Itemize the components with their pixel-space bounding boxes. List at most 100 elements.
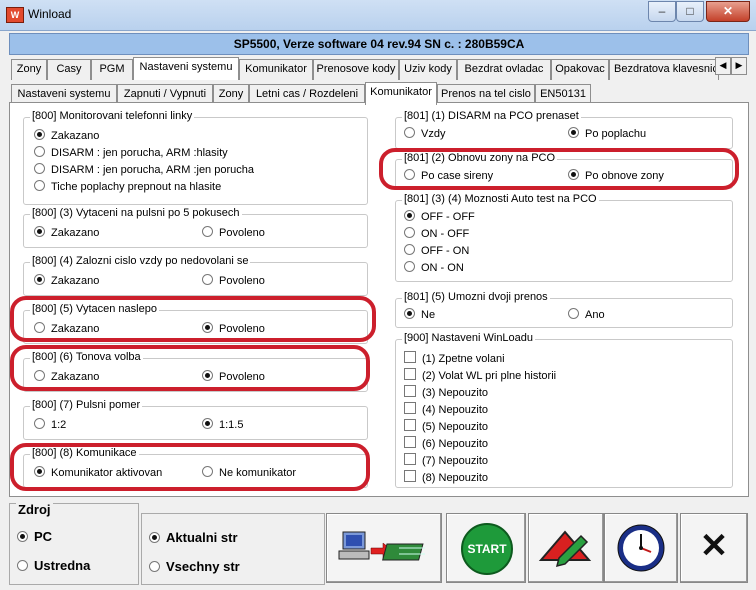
edit-pencil-icon bbox=[538, 530, 592, 568]
radio-icon bbox=[404, 227, 415, 238]
komunikator-settings-panel: [800] Monitorovani telefonni linky Zakaz… bbox=[9, 102, 749, 497]
radio-icon bbox=[34, 322, 45, 333]
radio-pulsni5-zakazano[interactable]: Zakazano bbox=[34, 226, 99, 240]
maximize-button[interactable]: □ bbox=[676, 1, 704, 22]
group-pulsni-5: [800] (3) Vytaceni na pulsni po 5 pokuse… bbox=[23, 207, 368, 248]
group-legend: [800] (3) Vytaceni na pulsni po 5 pokuse… bbox=[30, 207, 242, 219]
check-volat-wl[interactable]: (2) Volat WL pri plne historii bbox=[404, 368, 556, 383]
radio-icon bbox=[17, 560, 28, 571]
radio-ne-komunikator[interactable]: Ne komunikator bbox=[202, 466, 296, 480]
tab-bezdrat-ovladac[interactable]: Bezdrat ovladac bbox=[457, 59, 551, 80]
radio-obnova-po-case-sireny[interactable]: Po case sireny bbox=[404, 169, 493, 183]
check-nepouzito-4[interactable]: (4) Nepouzito bbox=[404, 402, 488, 417]
checkbox-icon bbox=[404, 419, 416, 431]
zdroj-label: Zdroj bbox=[16, 502, 53, 517]
radio-pomer-1-2[interactable]: 1:2 bbox=[34, 418, 66, 432]
main-tab-strip: Zony Casy PGM Nastaveni systemu Komunika… bbox=[9, 57, 747, 80]
radio-naslepo-zakazano[interactable]: Zakazano bbox=[34, 322, 99, 336]
radio-icon bbox=[34, 370, 45, 381]
radio-tonova-zakazano[interactable]: Zakazano bbox=[34, 370, 99, 384]
radio-zdroj-ustredna[interactable]: Ustredna bbox=[17, 558, 90, 573]
radio-zalozni-povoleno[interactable]: Povoleno bbox=[202, 274, 265, 288]
radio-pulsni5-povoleno[interactable]: Povoleno bbox=[202, 226, 265, 240]
tab-casy[interactable]: Casy bbox=[47, 59, 91, 80]
subtab-komunikator[interactable]: Komunikator bbox=[365, 82, 437, 105]
radio-selected-icon bbox=[568, 127, 579, 138]
start-button[interactable]: START bbox=[446, 513, 526, 583]
tab-bezdratova-klavesnice[interactable]: Bezdratova klavesnice bbox=[609, 59, 719, 80]
group-legend: [800] (8) Komunikace bbox=[30, 447, 139, 459]
radio-autotest-on-on[interactable]: ON - ON bbox=[404, 261, 464, 275]
minimize-button[interactable]: – bbox=[648, 1, 676, 22]
group-komunikace: [800] (8) Komunikace Komunikator aktivov… bbox=[23, 447, 368, 488]
radio-icon bbox=[404, 244, 415, 255]
radio-komunikator-aktivovan[interactable]: Komunikator aktivovan bbox=[34, 466, 162, 480]
radio-zalozni-zakazano[interactable]: Zakazano bbox=[34, 274, 99, 288]
title-bar: W Winload – □ ✕ bbox=[0, 0, 756, 31]
tab-zony[interactable]: Zony bbox=[11, 59, 47, 80]
close-app-button[interactable]: ✕ bbox=[680, 513, 748, 583]
edit-button[interactable] bbox=[528, 513, 604, 583]
tab-scroll-right-icon[interactable]: ▶ bbox=[731, 57, 747, 75]
radio-icon bbox=[34, 146, 45, 157]
tab-uziv-kody[interactable]: Uziv kody bbox=[399, 59, 457, 80]
group-zalozni-cislo: [800] (4) Zalozni cislo vzdy po nedovola… bbox=[23, 255, 368, 296]
group-monitorovani-linky: [800] Monitorovani telefonni linky Zakaz… bbox=[23, 110, 368, 205]
clock-button[interactable] bbox=[604, 513, 678, 583]
radio-icon bbox=[34, 163, 45, 174]
radio-dvoji-ne[interactable]: Ne bbox=[404, 308, 435, 322]
group-nastaveni-winloadu: [900] Nastaveni WinLoadu (1) Zpetne vola… bbox=[395, 332, 733, 488]
radio-monitor-jen-porucha[interactable]: DISARM : jen porucha, ARM :jen porucha bbox=[34, 163, 254, 177]
winload-app-icon: W bbox=[6, 7, 24, 23]
tab-opakovac[interactable]: Opakovac bbox=[551, 59, 609, 80]
radio-icon bbox=[404, 261, 415, 272]
panel-info-banner: SP5500, Verze software 04 rev.94 SN c. :… bbox=[9, 33, 749, 55]
radio-selected-icon bbox=[202, 418, 213, 429]
radio-aktualni-str[interactable]: Aktualni str bbox=[149, 530, 238, 545]
radio-autotest-on-off[interactable]: ON - OFF bbox=[404, 227, 469, 241]
check-nepouzito-6[interactable]: (6) Nepouzito bbox=[404, 436, 488, 451]
radio-selected-icon bbox=[568, 169, 579, 180]
radio-pomer-1-1-5[interactable]: 1:1.5 bbox=[202, 418, 243, 432]
checkbox-icon bbox=[404, 368, 416, 380]
close-window-button[interactable]: ✕ bbox=[706, 1, 750, 22]
radio-naslepo-povoleno[interactable]: Povoleno bbox=[202, 322, 265, 336]
close-x-icon: ✕ bbox=[699, 527, 729, 565]
radio-autotest-off-off[interactable]: OFF - OFF bbox=[404, 210, 475, 224]
radio-dvoji-ano[interactable]: Ano bbox=[568, 308, 605, 322]
radio-disarm-vzdy[interactable]: Vzdy bbox=[404, 127, 445, 141]
group-legend: [900] Nastaveni WinLoadu bbox=[402, 332, 536, 344]
group-legend: [800] (5) Vytacen naslepo bbox=[30, 303, 159, 315]
radio-monitor-zakazano[interactable]: Zakazano bbox=[34, 129, 99, 143]
radio-autotest-off-on[interactable]: OFF - ON bbox=[404, 244, 469, 258]
radio-selected-icon bbox=[34, 466, 45, 477]
radio-monitor-tiche[interactable]: Tiche poplachy prepnout na hlasite bbox=[34, 180, 221, 194]
tab-scroll-left-icon[interactable]: ◀ bbox=[715, 57, 731, 75]
radio-icon bbox=[149, 561, 160, 572]
tab-komunikator[interactable]: Komunikator bbox=[239, 59, 313, 80]
radio-monitor-hlasity[interactable]: DISARM : jen porucha, ARM :hlasity bbox=[34, 146, 228, 160]
window-title: Winload bbox=[28, 7, 72, 21]
check-nepouzito-3[interactable]: (3) Nepouzito bbox=[404, 385, 488, 400]
radio-disarm-po-poplachu[interactable]: Po poplachu bbox=[568, 127, 646, 141]
pc-to-panel-transfer-icon bbox=[338, 531, 425, 561]
radio-zdroj-pc[interactable]: PC bbox=[17, 529, 52, 544]
group-legend: [801] (2) Obnovu zony na PCO bbox=[402, 152, 558, 164]
check-nepouzito-7[interactable]: (7) Nepouzito bbox=[404, 453, 488, 468]
check-zpetne-volani[interactable]: (1) Zpetne volani bbox=[404, 351, 505, 366]
radio-obnova-po-obnove-zony[interactable]: Po obnove zony bbox=[568, 169, 664, 183]
radio-vsechny-str[interactable]: Vsechny str bbox=[149, 559, 240, 574]
radio-tonova-povoleno[interactable]: Povoleno bbox=[202, 370, 265, 384]
radio-icon bbox=[404, 127, 415, 138]
check-nepouzito-5[interactable]: (5) Nepouzito bbox=[404, 419, 488, 434]
checkbox-icon bbox=[404, 453, 416, 465]
group-legend: [800] (6) Tonova volba bbox=[30, 351, 143, 363]
transfer-button[interactable] bbox=[326, 513, 442, 583]
tab-pgm[interactable]: PGM bbox=[91, 59, 133, 80]
tab-prenosove-kody[interactable]: Prenosove kody bbox=[313, 59, 399, 80]
check-nepouzito-8[interactable]: (8) Nepouzito bbox=[404, 470, 488, 485]
group-legend: [800] Monitorovani telefonni linky bbox=[30, 110, 195, 122]
radio-selected-icon bbox=[149, 532, 160, 543]
group-dvoji-prenos: [801] (5) Umozni dvoji prenos Ne Ano bbox=[395, 291, 733, 328]
tab-nastaveni-systemu[interactable]: Nastaveni systemu bbox=[133, 57, 239, 80]
